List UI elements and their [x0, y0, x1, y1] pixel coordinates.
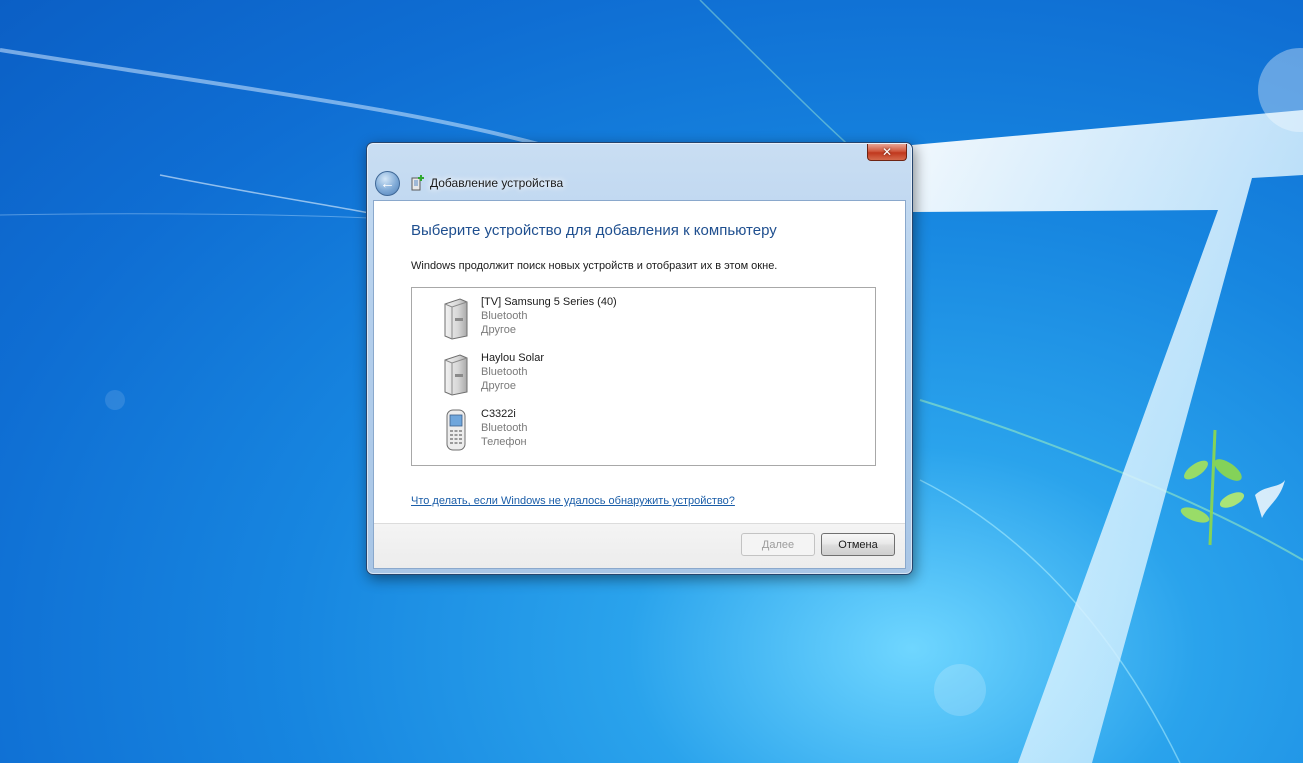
device-connection: Bluetooth: [481, 422, 528, 434]
cancel-button[interactable]: Отмена: [821, 533, 895, 556]
close-icon: ✕: [881, 145, 893, 159]
help-link[interactable]: Что делать, если Windows не удалось обна…: [411, 495, 735, 507]
window-title: Добавление устройства: [430, 176, 564, 190]
device-category: Другое: [481, 380, 516, 392]
device-connection: Bluetooth: [481, 366, 528, 378]
device-category: Другое: [481, 324, 516, 336]
device-category: Телефон: [481, 436, 527, 448]
close-button[interactable]: ✕: [867, 144, 907, 161]
device-name: C3322i: [481, 408, 516, 420]
back-arrow-icon: ←: [380, 174, 395, 192]
add-device-dialog: ✕ ← Добавление устройства Выберите устро…: [366, 142, 913, 575]
page-heading: Выберите устройство для добавления к ком…: [411, 222, 777, 239]
device-list: [TV] Samsung 5 Series (40) Bluetooth Дру…: [411, 287, 876, 466]
back-button[interactable]: ←: [375, 171, 400, 196]
search-info-text: Windows продолжит поиск новых устройств …: [411, 260, 778, 272]
device-item[interactable]: C3322i Bluetooth Телефон: [412, 404, 875, 456]
dialog-content: Выберите устройство для добавления к ком…: [373, 200, 906, 569]
button-bar: Далее Отмена: [374, 523, 905, 568]
next-button[interactable]: Далее: [741, 533, 815, 556]
device-item[interactable]: Haylou Solar Bluetooth Другое: [412, 348, 875, 400]
device-name: [TV] Samsung 5 Series (40): [481, 296, 617, 308]
generic-device-icon: [444, 298, 468, 340]
generic-device-icon: [444, 354, 468, 396]
device-item[interactable]: [TV] Samsung 5 Series (40) Bluetooth Дру…: [412, 292, 875, 344]
add-device-icon: [411, 175, 424, 191]
device-name: Haylou Solar: [481, 352, 544, 364]
mobile-phone-icon: [446, 409, 466, 451]
device-connection: Bluetooth: [481, 310, 528, 322]
